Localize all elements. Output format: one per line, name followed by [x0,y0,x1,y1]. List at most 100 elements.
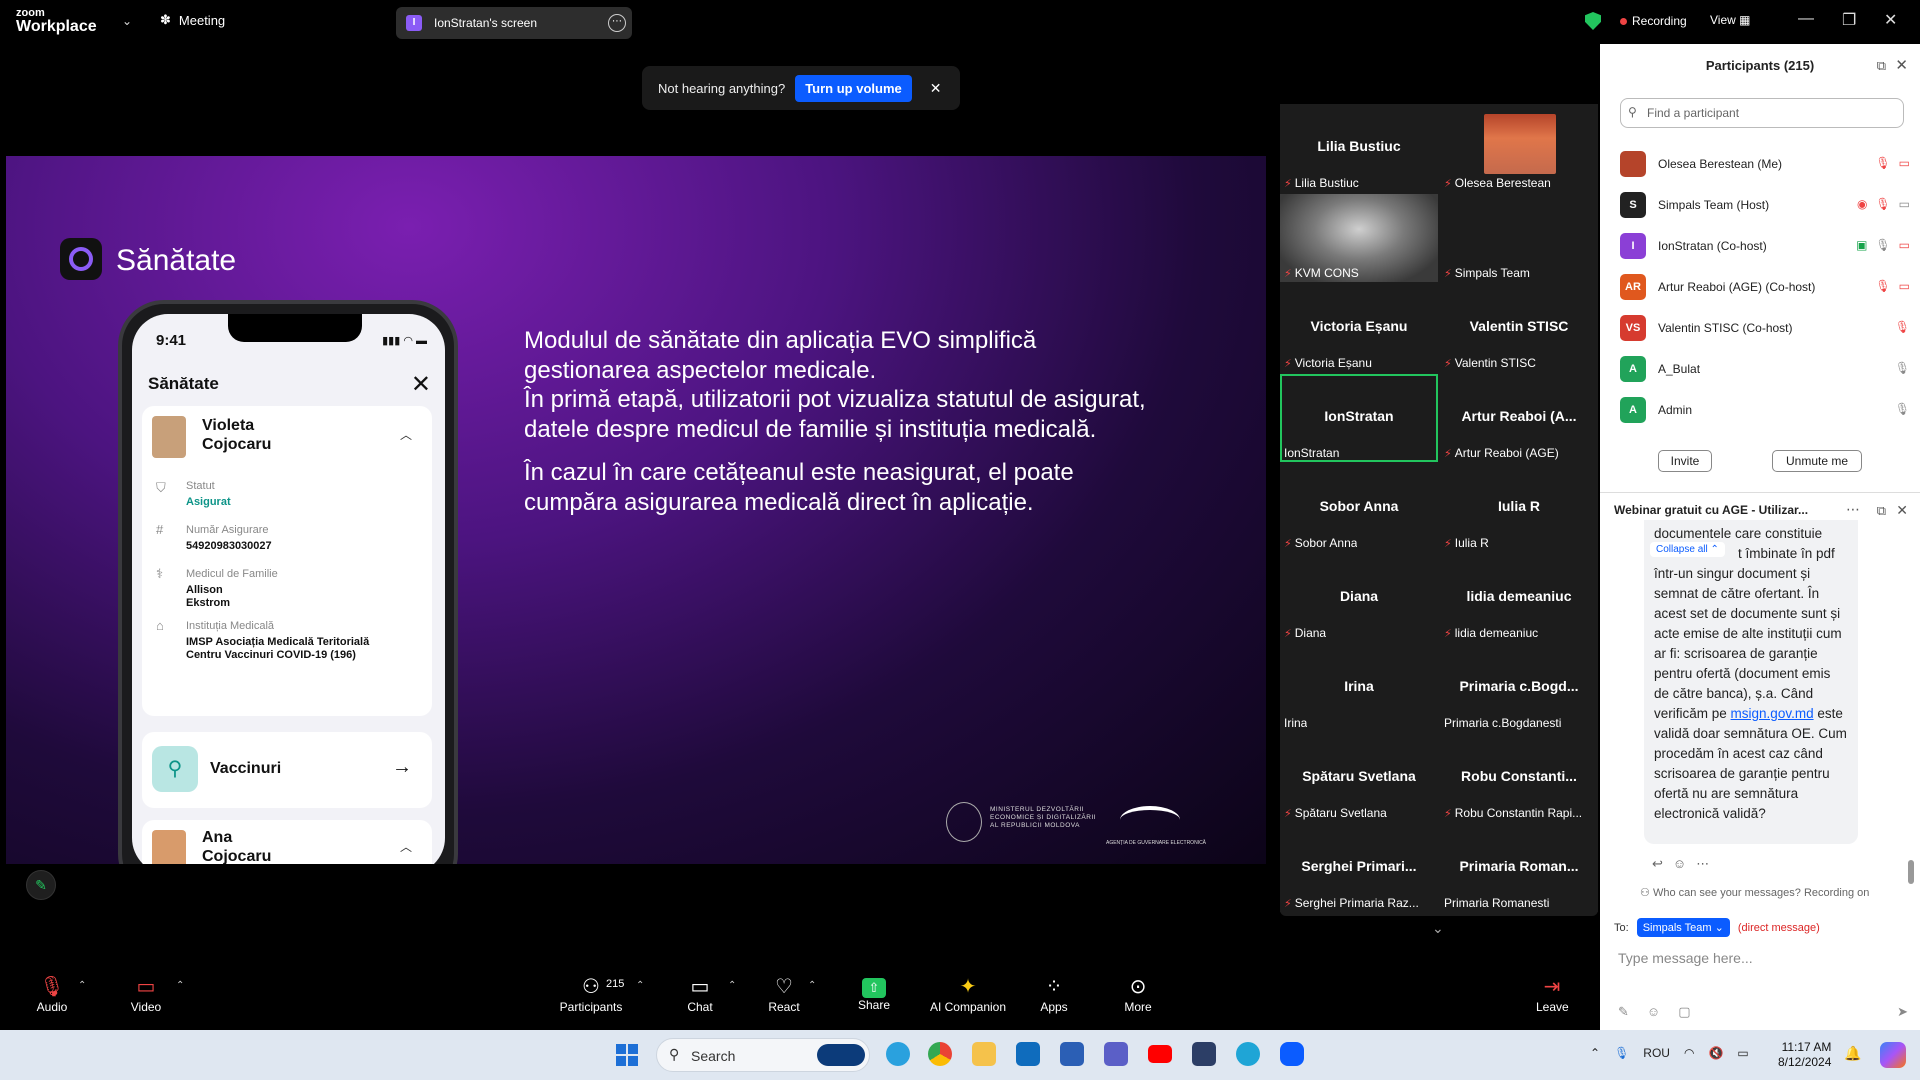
video-button[interactable]: ▭ Video [124,972,168,1030]
participant-row[interactable]: Olesea Berestean (Me) 🎙 ▭ [1620,144,1910,184]
close-icon[interactable]: ✕ [930,80,942,97]
react-options-button[interactable]: ⌃ [808,972,820,1030]
sparkle-icon: ✦ [959,976,977,998]
chat-button[interactable]: ▭ Chat [680,972,720,1030]
file-explorer-icon[interactable] [972,1042,996,1066]
msign-link[interactable]: msign.gov.md [1731,706,1814,721]
video-tile[interactable]: Primaria Roman... Primaria Romanesti [1440,824,1598,912]
emoji-icon[interactable]: ☺ [1647,1004,1660,1020]
participant-row[interactable]: S Simpals Team (Host) ◉ 🎙 ▭ [1620,185,1910,225]
recipient-dropdown[interactable]: Simpals Team ⌄ [1636,918,1730,937]
video-tile[interactable]: Robu Constanti... ⚡ Robu Constantin Rapi..… [1440,734,1598,822]
popout-icon[interactable]: ⧉ [1877,58,1886,74]
battery-icon[interactable]: ▭ [1737,1046,1748,1060]
status-label: Statut [186,480,215,492]
language-indicator[interactable]: ROU [1643,1046,1670,1060]
video-tile[interactable]: IonStratan IonStratan [1280,374,1438,462]
video-tile[interactable]: Lilia Bustiuc ⚡ Lilia Bustiuc [1280,104,1438,192]
video-tile[interactable]: Victoria Eșanu ⚡ Victoria Eșanu [1280,284,1438,372]
search-icon: ⚲ [669,1046,680,1062]
video-tile[interactable]: Diana ⚡ Diana [1280,554,1438,642]
participant-row[interactable]: AR Artur Reaboi (AGE) (Co-host) 🎙 ▭ [1620,267,1910,307]
video-options-button[interactable]: ⌃ [176,972,188,1030]
outlook-icon[interactable] [1016,1042,1040,1066]
send-icon[interactable]: ➤ [1897,1004,1908,1020]
chat-visibility-info[interactable]: ⚇ Who can see your messages? Recording o… [1640,886,1869,899]
participant-row[interactable]: I IonStratan (Co-host) ▣ 🎙 ▭ [1620,226,1910,266]
notification-bell-icon[interactable]: 🔔 [1844,1045,1861,1062]
video-tile[interactable]: Sobor Anna ⚡ Sobor Anna [1280,464,1438,552]
edge-icon[interactable] [1236,1042,1260,1066]
leave-button[interactable]: ⇥ Leave [1536,972,1569,1030]
chevron-up-icon[interactable]: ⌃ [1590,1046,1600,1060]
format-icon[interactable]: ✎ [1618,1004,1629,1020]
chat-scrollbar[interactable] [1908,860,1914,884]
teams-icon[interactable] [1104,1042,1128,1066]
apps-button[interactable]: ⁘ Apps [1036,972,1072,1030]
invite-button[interactable]: Invite [1658,450,1712,472]
video-tile[interactable]: Irina Irina [1280,644,1438,732]
copilot-icon[interactable] [1880,1042,1906,1068]
more-button[interactable]: ⊙ More [1120,972,1156,1030]
participant-search-input[interactable]: Find a participant [1620,98,1904,128]
taskbar-search[interactable]: ⚲ Search [656,1038,870,1072]
ai-companion-button[interactable]: ✦ AI Companion [928,972,1008,1030]
react-button[interactable]: ♡ React [764,972,804,1030]
video-tile[interactable]: Primaria c.Bogd... Primaria c.Bogdanesti [1440,644,1598,732]
video-tile[interactable]: ⚡ KVM CONS [1280,194,1438,282]
restore-icon[interactable]: ❐ [1842,10,1856,30]
participants-button[interactable]: ⚇ 215 Participants [556,972,626,1030]
minimize-icon[interactable]: — [1798,10,1814,28]
turn-up-volume-button[interactable]: Turn up volume [795,74,912,102]
clock[interactable]: 11:17 AM 8/12/2024 [1778,1040,1831,1070]
participant-row[interactable]: VS Valentin STISC (Co-host) 🎙 [1620,308,1910,348]
taskbar-search-label: Search [691,1048,736,1064]
file-icon[interactable]: ▢ [1678,1004,1690,1020]
popout-icon[interactable]: ⧉ [1877,503,1886,519]
view-menu[interactable]: View ▦ [1710,13,1750,27]
audio-options-button[interactable]: ⌃ [78,972,90,1030]
collapse-all-button[interactable]: Collapse all ⌃ [1650,542,1725,557]
app-icon[interactable] [1192,1042,1216,1066]
chat-message-input[interactable]: Type message here... [1618,950,1753,966]
volume-notification: Not hearing anything? Turn up volume ✕ [642,66,960,110]
volume-muted-icon[interactable]: 🔇 [1708,1046,1723,1060]
video-tile[interactable]: Valentin STISC ⚡ Valentin STISC [1440,284,1598,372]
chat-options-button[interactable]: ⌃ [728,972,740,1030]
participant-row[interactable]: A Admin 🎙 [1620,390,1910,430]
chrome-icon[interactable] [928,1042,952,1066]
windows-start-icon[interactable] [616,1044,638,1066]
video-tile[interactable]: ⚡ Simpals Team [1440,194,1598,282]
more-icon[interactable]: ⋯ [608,14,626,32]
unmute-me-button[interactable]: Unmute me [1772,450,1862,472]
chevron-down-icon[interactable]: ⌄ [1432,920,1444,937]
wifi-icon[interactable]: ◠ [1684,1046,1694,1060]
screen-share-tab[interactable]: I IonStratan's screen ⋯ [396,7,632,39]
close-icon[interactable]: ✕ [1884,10,1897,30]
more-icon[interactable]: ⋯ [1846,501,1860,518]
youtube-icon[interactable] [1148,1045,1172,1063]
video-tile[interactable]: Spătaru Svetlana ⚡ Spătaru Svetlana [1280,734,1438,822]
participants-options-button[interactable]: ⌃ [636,972,648,1030]
telegram-icon[interactable] [886,1042,910,1066]
emoji-icon[interactable]: ☺ [1673,856,1686,872]
video-tile[interactable]: Iulia R ⚡ Iulia R [1440,464,1598,552]
meeting-menu[interactable]: ✽ Meeting [160,12,225,28]
chevron-down-icon[interactable]: ⌄ [122,14,132,28]
close-icon[interactable]: ✕ [1896,502,1908,519]
share-button[interactable]: ⇧ Share [852,972,896,1030]
video-tile[interactable]: Serghei Primari... ⚡ Serghei Primaria Raz.… [1280,824,1438,912]
microphone-icon[interactable]: 🎙 [1614,1046,1629,1060]
annotate-pencil-icon[interactable]: ✎ [26,870,56,900]
zoom-taskbar-icon[interactable] [1280,1042,1304,1066]
more-icon[interactable]: ⋯ [1696,856,1709,872]
close-icon[interactable]: ✕ [1895,56,1908,74]
video-tile[interactable]: lidia demeaniuc ⚡ lidia demeaniuc [1440,554,1598,642]
shield-icon[interactable] [1585,12,1601,30]
video-tile[interactable]: Artur Reaboi (A... ⚡ Artur Reaboi (AGE) [1440,374,1598,462]
recording-indicator[interactable]: Recording [1620,14,1687,28]
participant-row[interactable]: A A_Bulat 🎙 [1620,349,1910,389]
reply-icon[interactable]: ↩ [1652,856,1663,872]
audio-button[interactable]: 🎙 Audio [30,972,74,1030]
word-icon[interactable] [1060,1042,1084,1066]
